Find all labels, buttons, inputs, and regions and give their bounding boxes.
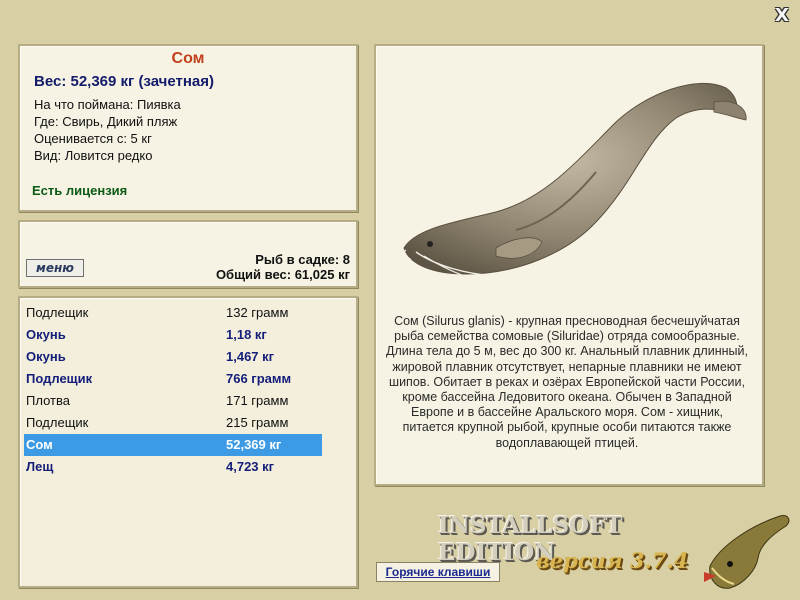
fish-weight-cell: 132 грамм	[226, 305, 289, 320]
total-weight: Общий вес: 61,025 кг	[215, 267, 350, 282]
fish-name: Сом	[171, 50, 205, 67]
fish-count: Рыб в садке: 8	[255, 252, 350, 267]
fish-weight-cell: 215 грамм	[226, 415, 289, 430]
list-item[interactable]: Окунь 1,18 кг	[24, 324, 322, 346]
location-text: Где: Свирь, Дикий пляж	[34, 114, 178, 129]
fish-weight-cell: 766 грамм	[226, 371, 292, 386]
fish-weight: Вес: 52,369 кг (зачетная)	[34, 73, 215, 90]
scored-from-text: Оценивается с: 5 кг	[34, 131, 152, 146]
fish-detail-panel: Сом (Silurus glanis) - крупная пресновод…	[374, 44, 764, 486]
close-button[interactable]: X	[772, 6, 792, 26]
pike-icon	[704, 515, 790, 589]
kind-text: Вид: Ловится редко	[34, 148, 153, 163]
fish-name-cell: Окунь	[26, 327, 66, 342]
menu-button[interactable]: меню	[26, 259, 84, 277]
list-item[interactable]: Подлещик 215 грамм	[24, 412, 322, 434]
fish-weight-cell: 171 грамм	[226, 393, 289, 408]
fish-weight-cell: 1,18 кг	[226, 327, 267, 342]
list-item[interactable]: Лещ 4,723 кг	[24, 456, 322, 478]
list-item[interactable]: Сом 52,369 кг	[24, 434, 322, 456]
fish-weight-cell: 52,369 кг	[226, 437, 282, 452]
list-item[interactable]: Окунь 1,467 кг	[24, 346, 322, 368]
fish-weight-cell: 4,723 кг	[226, 459, 275, 474]
catfish-image	[396, 82, 747, 301]
fish-name-cell: Подлещик	[26, 371, 93, 386]
catch-list: Подлещик 132 грамм Окунь 1,18 кг Окунь 1…	[18, 296, 358, 588]
fish-name-cell: Лещ	[26, 459, 54, 474]
fish-weight-cell: 1,467 кг	[226, 349, 275, 364]
keepnet-summary-panel: меню Рыб в садке: 8 Общий вес: 61,025 кг	[18, 220, 358, 288]
list-item[interactable]: Плотва 171 грамм	[24, 390, 322, 412]
license-status: Есть лицензия	[32, 183, 128, 198]
caught-on-text: На что поймана: Пиявка	[34, 97, 181, 112]
list-item[interactable]: Подлещик 132 грамм	[24, 302, 322, 324]
fish-name-cell: Плотва	[26, 393, 70, 408]
fish-name-cell: Окунь	[26, 349, 66, 364]
list-item[interactable]: Подлещик 766 грамм	[24, 368, 322, 390]
fish-name-cell: Сом	[26, 437, 53, 452]
fish-name-cell: Подлещик	[26, 305, 89, 320]
fish-info-panel: Сом Вес: 52,369 кг (зачетная) На что пой…	[18, 44, 358, 212]
keepnet-totals: Рыб в садке: 8 Общий вес: 61,025 кг	[216, 252, 350, 282]
version-label: версия 3.7.4	[536, 548, 689, 573]
fish-name-cell: Подлещик	[26, 415, 89, 430]
fish-details: На что поймана: Пиявка Где: Свирь, Дикий…	[34, 96, 356, 164]
fish-description: Сом (Silurus glanis) - крупная пресновод…	[386, 314, 748, 450]
